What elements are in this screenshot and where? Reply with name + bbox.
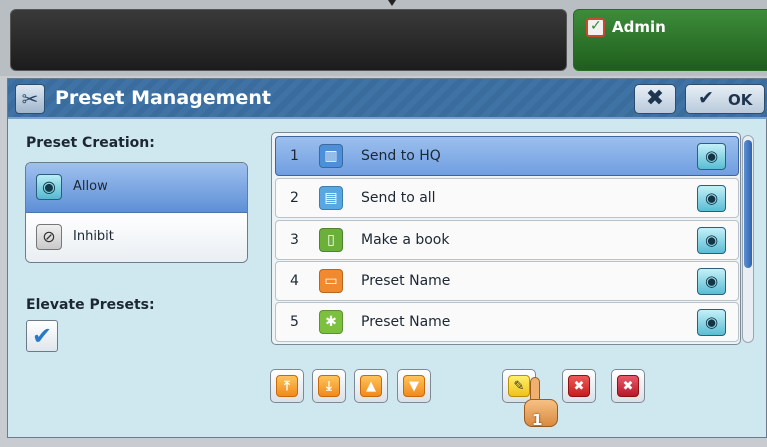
status-area [10, 9, 567, 71]
arrow-top-icon: ⤒ [276, 375, 298, 397]
preset-name: Preset Name [361, 314, 451, 330]
touch-cursor-icon: 1 [518, 377, 564, 431]
clipboard-icon: ▤ [319, 186, 343, 210]
move-down-button[interactable]: ▼ [397, 369, 431, 403]
eye-icon[interactable]: ◉ [697, 227, 726, 254]
close-icon: ✖ [645, 86, 665, 111]
multi-x-icon: ✖ [617, 375, 639, 397]
elevate-presets-label: Elevate Presets: [26, 297, 155, 313]
eye-icon: ◉ [36, 174, 62, 200]
preset-row[interactable]: 2 ▤ Send to all ◉ [275, 178, 739, 218]
x-icon: ✖ [568, 375, 590, 397]
tools-icon: ✂ [15, 84, 45, 114]
move-to-bottom-button[interactable]: ⤓ [312, 369, 346, 403]
preset-name: Send to HQ [361, 148, 441, 164]
preset-number: 5 [290, 314, 299, 330]
checkmark-icon: ✔ [698, 87, 714, 109]
preset-name: Preset Name [361, 273, 451, 289]
eye-icon[interactable]: ◉ [697, 185, 726, 212]
arrow-bottom-icon: ⤓ [318, 375, 340, 397]
top-bar: Admin [0, 0, 767, 76]
preset-number: 1 [290, 148, 299, 164]
inhibit-label: Inhibit [73, 229, 114, 244]
eye-icon[interactable]: ◉ [697, 143, 726, 170]
ok-button[interactable]: ✔ OK [685, 84, 765, 114]
ok-label: OK [728, 91, 753, 109]
preset-creation-label: Preset Creation: [26, 135, 155, 151]
inhibit-option[interactable]: ⊘ Inhibit [26, 213, 247, 262]
preset-number: 4 [290, 273, 299, 289]
delete-button[interactable]: ✖ [562, 369, 596, 403]
arrow-up-icon: ▲ [360, 375, 382, 397]
preset-number: 3 [290, 232, 299, 248]
preset-creation-options: ◉ Allow ⊘ Inhibit [25, 162, 248, 263]
caret-down-icon [388, 0, 396, 6]
delete-all-button[interactable]: ✖ [611, 369, 645, 403]
admin-button[interactable]: Admin [573, 9, 767, 71]
preset-management-dialog: ✂ Preset Management ✖ ✔ OK Preset Creati… [7, 78, 767, 438]
bank-icon: ▥ [319, 144, 343, 168]
gear-icon: ✱ [319, 310, 343, 334]
checkmark-icon: ✔ [31, 322, 53, 350]
preset-name: Send to all [361, 190, 436, 206]
eye-icon[interactable]: ◉ [697, 268, 726, 295]
eye-slash-icon: ⊘ [36, 224, 62, 250]
list-scrollbar[interactable] [742, 135, 754, 343]
allow-label: Allow [73, 179, 108, 194]
eye-icon[interactable]: ◉ [697, 309, 726, 336]
close-button[interactable]: ✖ [634, 84, 676, 114]
elevate-presets-checkbox[interactable]: ✔ [26, 320, 58, 352]
preset-row[interactable]: 3 ▯ Make a book ◉ [275, 220, 739, 260]
allow-option[interactable]: ◉ Allow [26, 163, 247, 213]
arrow-down-icon: ▼ [403, 375, 425, 397]
scrollbar-thumb[interactable] [744, 140, 752, 268]
book-icon: ▯ [319, 228, 343, 252]
preset-row[interactable]: 1 ▥ Send to HQ ◉ [275, 136, 739, 176]
preset-row[interactable]: 5 ✱ Preset Name ◉ [275, 302, 739, 342]
preset-number: 2 [290, 190, 299, 206]
clipboard-check-icon [586, 18, 605, 37]
dialog-title: Preset Management [55, 87, 271, 109]
dialog-titlebar: ✂ Preset Management ✖ ✔ OK [8, 79, 767, 119]
move-to-top-button[interactable]: ⤒ [270, 369, 304, 403]
preset-row[interactable]: 4 ▭ Preset Name ◉ [275, 261, 739, 301]
preset-list: 1 ▥ Send to HQ ◉ 2 ▤ Send to all ◉ 3 ▯ M… [271, 132, 741, 345]
briefcase-icon: ▭ [319, 269, 343, 293]
cursor-step-badge: 1 [532, 411, 543, 429]
admin-label: Admin [612, 18, 666, 36]
preset-name: Make a book [361, 232, 450, 248]
move-up-button[interactable]: ▲ [354, 369, 388, 403]
